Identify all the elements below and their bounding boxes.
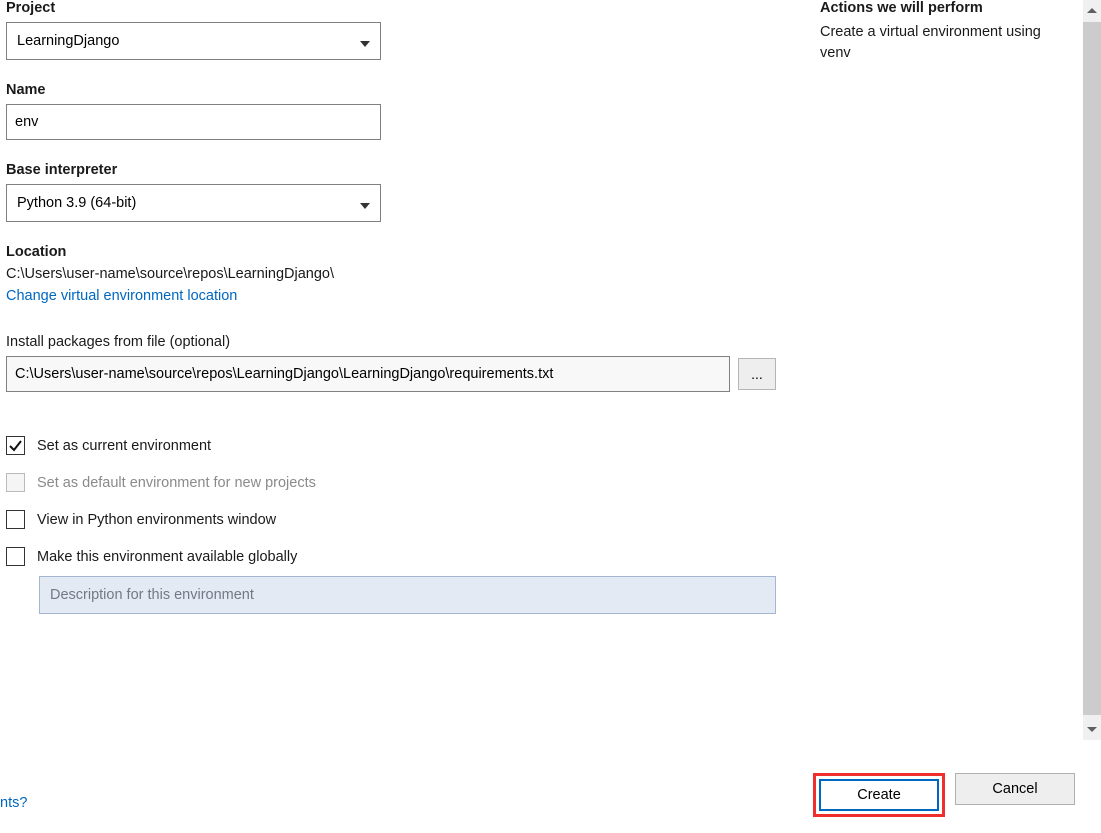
create-highlight: Create [813, 773, 945, 817]
actions-text: Create a virtual environment using venv [820, 22, 1070, 64]
project-group: Project LearningDjango [6, 0, 806, 60]
scroll-track[interactable] [1083, 22, 1101, 718]
view-python-checkbox[interactable] [6, 510, 25, 529]
form-panel: Project LearningDjango Name Base interpr… [6, 0, 806, 755]
base-interpreter-select[interactable]: Python 3.9 (64-bit) [7, 185, 380, 221]
scroll-down-button[interactable] [1083, 718, 1101, 740]
create-button[interactable]: Create [819, 779, 939, 811]
browse-button[interactable]: ... [738, 358, 776, 390]
location-group: Location C:\Users\user-name\source\repos… [6, 244, 806, 304]
install-packages-group: Install packages from file (optional) ..… [6, 334, 806, 392]
options-list: Set as current environment Set as defaul… [6, 436, 806, 614]
name-group: Name [6, 82, 806, 140]
name-input[interactable] [6, 104, 381, 140]
base-interpreter-group: Base interpreter Python 3.9 (64-bit) [6, 162, 806, 222]
help-link[interactable]: nts? [0, 795, 27, 811]
button-row: Create Cancel [813, 773, 1075, 817]
location-label: Location [6, 244, 806, 260]
scroll-up-button[interactable] [1083, 0, 1101, 22]
view-python-label: View in Python environments window [37, 512, 276, 528]
set-default-row: Set as default environment for new proje… [6, 473, 806, 492]
set-current-checkbox[interactable] [6, 436, 25, 455]
scroll-thumb[interactable] [1083, 22, 1101, 715]
project-select[interactable]: LearningDjango [7, 23, 380, 59]
actions-panel: Actions we will perform Create a virtual… [820, 0, 1070, 64]
name-label: Name [6, 82, 806, 98]
actions-title: Actions we will perform [820, 0, 1070, 16]
cancel-button[interactable]: Cancel [955, 773, 1075, 805]
base-interpreter-label: Base interpreter [6, 162, 806, 178]
make-global-checkbox[interactable] [6, 547, 25, 566]
base-interpreter-select-wrap[interactable]: Python 3.9 (64-bit) [6, 184, 381, 222]
set-current-row: Set as current environment [6, 436, 806, 455]
make-global-label: Make this environment available globally [37, 549, 297, 565]
set-default-checkbox [6, 473, 25, 492]
set-default-label: Set as default environment for new proje… [37, 475, 316, 491]
install-packages-label: Install packages from file (optional) [6, 334, 806, 350]
change-location-link[interactable]: Change virtual environment location [6, 288, 806, 304]
project-label: Project [6, 0, 806, 16]
scrollbar[interactable] [1083, 0, 1101, 740]
packages-file-input[interactable] [6, 356, 730, 392]
view-python-row: View in Python environments window [6, 510, 806, 529]
project-select-wrap[interactable]: LearningDjango [6, 22, 381, 60]
description-input[interactable] [39, 576, 776, 614]
location-path: C:\Users\user-name\source\repos\Learning… [6, 266, 806, 282]
make-global-row: Make this environment available globally [6, 547, 806, 566]
set-current-label: Set as current environment [37, 438, 211, 454]
